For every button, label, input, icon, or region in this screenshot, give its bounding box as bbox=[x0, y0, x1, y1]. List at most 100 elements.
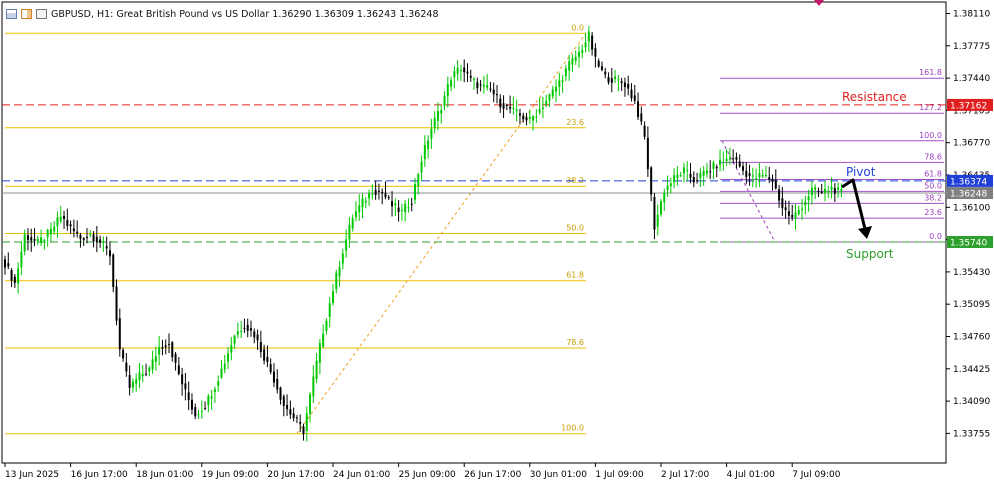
candle-body bbox=[538, 108, 541, 113]
candle-body bbox=[797, 209, 800, 215]
candle-body bbox=[436, 111, 439, 121]
candle-body bbox=[581, 50, 584, 54]
candle-body bbox=[578, 51, 580, 57]
candle-body bbox=[761, 174, 764, 177]
candle-body bbox=[486, 84, 489, 88]
candle-body bbox=[781, 198, 784, 209]
candle-body bbox=[686, 169, 689, 171]
candle-body bbox=[286, 404, 289, 410]
candle-body bbox=[660, 201, 662, 215]
candle-body bbox=[663, 192, 666, 203]
candle-body bbox=[371, 193, 374, 195]
expert-icon[interactable] bbox=[36, 9, 47, 19]
candle-body bbox=[4, 259, 6, 268]
candle-body bbox=[279, 387, 282, 400]
candle-body bbox=[568, 61, 571, 71]
fib-ext-label: 50.0 bbox=[924, 181, 942, 190]
candle-body bbox=[820, 191, 823, 193]
candle-body bbox=[148, 367, 151, 372]
candle-body bbox=[804, 201, 807, 206]
candle-body bbox=[164, 345, 167, 348]
candle-body bbox=[414, 184, 416, 200]
candle-body bbox=[184, 383, 187, 390]
candle-body bbox=[102, 241, 105, 243]
candle-body bbox=[204, 408, 207, 410]
candle-body bbox=[289, 409, 292, 415]
candle-body bbox=[817, 190, 820, 192]
candle-body bbox=[715, 166, 718, 169]
candle-body bbox=[194, 407, 197, 417]
x-tick-label: 24 Jun 01:00 bbox=[333, 470, 390, 480]
fib-level-label: 78.6 bbox=[566, 338, 584, 347]
candle-body bbox=[541, 107, 544, 109]
candle-body bbox=[433, 118, 436, 129]
candle-body bbox=[561, 80, 564, 82]
candle-body bbox=[600, 66, 603, 70]
candle-body bbox=[814, 187, 817, 190]
chart-window-icon[interactable] bbox=[6, 9, 17, 19]
candle-body bbox=[66, 220, 69, 226]
candle-body bbox=[145, 373, 148, 375]
candle-body bbox=[364, 200, 367, 203]
candle-body bbox=[548, 94, 551, 101]
symbol-info-label: GBPUSD, H1: Great British Pound vs US Do… bbox=[51, 8, 439, 20]
candle-body bbox=[338, 267, 341, 277]
candle-body bbox=[33, 239, 36, 241]
candle-body bbox=[787, 211, 790, 216]
candle-body bbox=[351, 218, 354, 229]
candle-body bbox=[476, 82, 479, 89]
candle-body bbox=[243, 328, 246, 330]
candle-body bbox=[532, 116, 535, 121]
x-tick-label: 19 Jun 09:00 bbox=[202, 470, 259, 480]
candle-body bbox=[105, 246, 108, 249]
y-tick-label: 1.34425 bbox=[953, 365, 990, 375]
plot-frame bbox=[1, 1, 947, 464]
candle-body bbox=[732, 158, 735, 160]
candle-body bbox=[558, 80, 561, 87]
candle-body bbox=[161, 347, 164, 349]
candle-body bbox=[181, 374, 184, 385]
candle-body bbox=[735, 157, 738, 160]
candle-body bbox=[151, 359, 154, 370]
x-tick-label: 1 Jul 09:00 bbox=[595, 470, 644, 480]
candle-body bbox=[440, 110, 443, 114]
candle-body bbox=[709, 171, 712, 173]
candle-body bbox=[673, 175, 676, 183]
candle-body bbox=[594, 48, 597, 57]
candle-body bbox=[63, 215, 66, 219]
candle-body bbox=[469, 75, 472, 78]
candle-body bbox=[682, 167, 685, 174]
candle-body bbox=[505, 105, 508, 107]
candle-body bbox=[246, 324, 249, 331]
candle-body bbox=[387, 197, 390, 199]
chart-properties-icon[interactable] bbox=[21, 9, 32, 19]
candle-body bbox=[240, 330, 243, 332]
y-tick-label: 1.37775 bbox=[953, 42, 990, 52]
candle-body bbox=[122, 349, 125, 359]
price-chart[interactable]: 1.381101.377751.374401.371051.367701.364… bbox=[0, 0, 994, 486]
pivot-price-tag: 1.36374 bbox=[950, 177, 987, 187]
candle-body bbox=[200, 411, 203, 413]
fib-ext-label: 23.6 bbox=[924, 208, 942, 217]
candle-body bbox=[82, 238, 85, 241]
candle-body bbox=[522, 115, 525, 120]
candle-body bbox=[656, 214, 659, 227]
candle-body bbox=[722, 162, 725, 164]
candle-body bbox=[345, 239, 348, 251]
candle-body bbox=[525, 117, 528, 121]
candle-body bbox=[751, 175, 754, 177]
candle-body bbox=[43, 239, 46, 241]
candle-body bbox=[725, 158, 728, 162]
x-tick-label: 30 Jun 01:00 bbox=[530, 470, 587, 480]
candle-body bbox=[259, 341, 262, 353]
candle-body bbox=[26, 235, 29, 241]
candle-body bbox=[36, 238, 39, 242]
candle-body bbox=[131, 381, 134, 388]
candle-body bbox=[637, 101, 640, 117]
candle-body bbox=[755, 178, 758, 180]
candle-body bbox=[650, 167, 653, 195]
chart-shift-marker[interactable] bbox=[814, 0, 824, 6]
candle-body bbox=[112, 254, 115, 288]
x-tick-label: 25 Jun 09:00 bbox=[399, 470, 456, 480]
candle-body bbox=[456, 67, 459, 74]
